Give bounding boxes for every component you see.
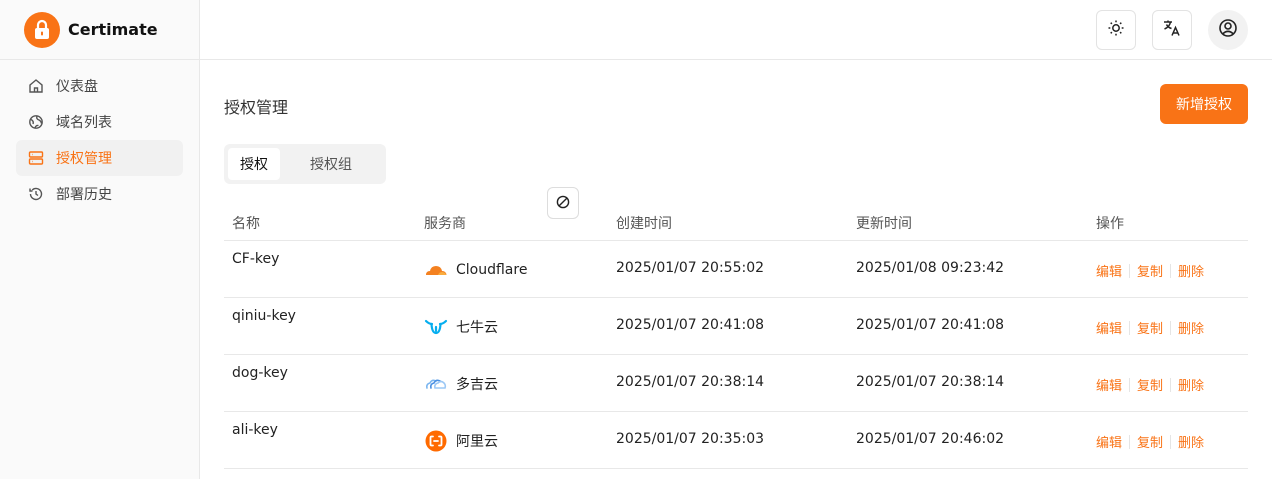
tab-bar: 授权 授权组 [224,144,386,184]
divider [1170,320,1172,335]
table-header: 名称 服务商 创建时间 更新时间 操作 [224,202,1248,241]
lock-icon [24,11,60,48]
delete-button[interactable]: 删除 [1178,318,1204,337]
add-access-button[interactable]: 新增授权 [1160,84,1248,124]
divider [1170,377,1172,392]
divider [1170,434,1172,449]
table-row: CF-key Cloudflare 2025/01/07 20:55:02 20… [224,241,1248,298]
sidebar-item-history[interactable]: 部署历史 [16,176,183,212]
provider-name: 多吉云 [456,377,498,393]
divider [1129,434,1131,449]
sidebar-item-access[interactable]: 授权管理 [16,140,183,176]
column-header-created: 创建时间 [616,216,672,232]
edit-button[interactable]: 编辑 [1096,432,1122,451]
provider-name: Cloudflare [456,262,528,278]
aliyun-icon [424,430,448,452]
column-header-actions: 操作 [1096,216,1124,232]
top-bar [200,0,1272,60]
access-name: qiniu-key [232,308,296,324]
provider-cell: 七牛云 [424,317,498,337]
created-time: 2025/01/07 20:41:08 [616,317,765,333]
sidebar-item-label: 授权管理 [56,151,112,167]
sidebar-item-label: 部署历史 [56,187,112,203]
tab-access-group[interactable]: 授权组 [280,148,382,180]
sidebar: Certimate 仪表盘 域名列表 授权管理 部署历史 [0,0,200,479]
provider-cell: 阿里云 [424,430,498,452]
provider-name: 阿里云 [456,434,498,450]
table-row: ali-key 阿里云 2025/01/07 20:35:03 2025/01/… [224,412,1248,469]
sidebar-item-domains[interactable]: 域名列表 [16,104,183,140]
updated-time: 2025/01/07 20:41:08 [856,317,1005,333]
created-time: 2025/01/07 20:35:03 [616,431,765,447]
edit-button[interactable]: 编辑 [1096,261,1122,280]
sidebar-item-label: 仪表盘 [56,79,98,95]
column-header-updated: 更新时间 [856,216,912,232]
sidebar-nav: 仪表盘 域名列表 授权管理 部署历史 [16,68,183,212]
cloudflare-icon [424,260,448,280]
delete-button[interactable]: 删除 [1178,432,1204,451]
access-name: ali-key [232,422,278,438]
sidebar-item-label: 域名列表 [56,115,112,131]
table-row: qiniu-key 七牛云 2025/01/07 20:41:08 2025/0… [224,298,1248,355]
translate-icon [1162,18,1182,42]
language-button[interactable] [1152,10,1192,50]
provider-cell: Cloudflare [424,260,527,280]
qiniu-icon [424,317,448,337]
divider [1129,320,1131,335]
globe-icon [26,112,46,132]
table-row: dog-key 多吉云 2025/01/07 20:38:14 2025/01/… [224,355,1248,412]
access-name: dog-key [232,365,288,381]
delete-button[interactable]: 删除 [1178,375,1204,394]
access-name: CF-key [232,251,280,267]
provider-cell: 多吉云 [424,374,498,394]
created-time: 2025/01/07 20:38:14 [616,374,765,390]
brand-name: Certimate [68,20,158,39]
divider [1129,377,1131,392]
created-time: 2025/01/07 20:55:02 [616,260,765,276]
page-title: 授权管理 [224,98,289,117]
copy-button[interactable]: 复制 [1137,432,1163,451]
dogecloud-icon [424,374,448,394]
column-header-provider: 服务商 [424,216,466,232]
divider [1129,263,1131,278]
user-circle-icon [1218,18,1238,42]
updated-time: 2025/01/07 20:38:14 [856,374,1005,390]
updated-time: 2025/01/07 20:46:02 [856,431,1005,447]
user-menu-button[interactable] [1208,10,1248,50]
copy-button[interactable]: 复制 [1137,375,1163,394]
edit-button[interactable]: 编辑 [1096,318,1122,337]
copy-button[interactable]: 复制 [1137,318,1163,337]
provider-name: 七牛云 [456,320,498,336]
row-actions: 编辑 复制 删除 [1096,261,1204,280]
sidebar-item-dashboard[interactable]: 仪表盘 [16,68,183,104]
sun-icon [1107,19,1125,41]
divider [1170,263,1172,278]
delete-button[interactable]: 删除 [1178,261,1204,280]
server-icon [26,148,46,168]
edit-button[interactable]: 编辑 [1096,375,1122,394]
row-actions: 编辑 复制 删除 [1096,432,1204,451]
column-header-name: 名称 [232,216,260,232]
history-icon [26,184,46,204]
home-icon [26,76,46,96]
theme-toggle-button[interactable] [1096,10,1136,50]
brand[interactable]: Certimate [0,0,199,60]
tab-access[interactable]: 授权 [228,148,280,180]
row-actions: 编辑 复制 删除 [1096,375,1204,394]
copy-button[interactable]: 复制 [1137,261,1163,280]
row-actions: 编辑 复制 删除 [1096,318,1204,337]
updated-time: 2025/01/08 09:23:42 [856,260,1005,276]
access-table: 名称 服务商 创建时间 更新时间 操作 CF-key Cloudflare 20… [224,202,1248,469]
